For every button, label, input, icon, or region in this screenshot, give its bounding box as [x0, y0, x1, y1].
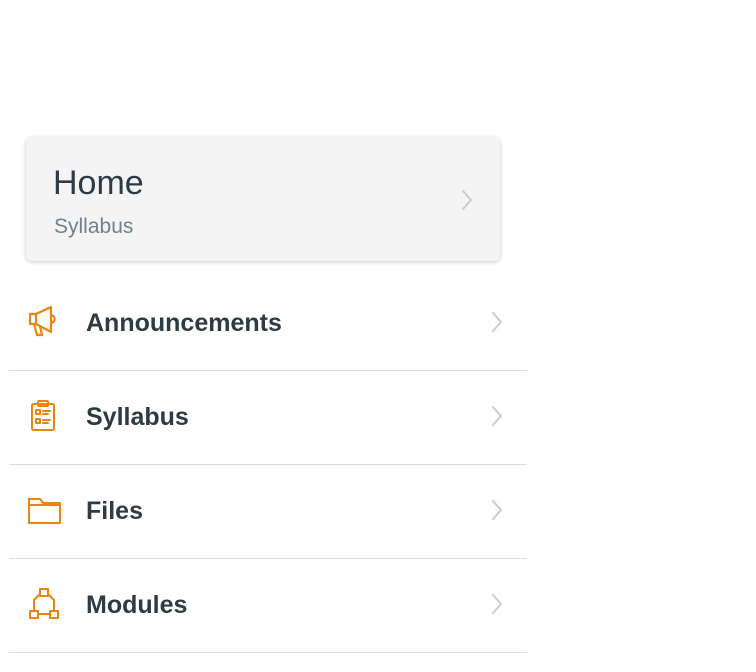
- chevron-right-icon: [492, 406, 502, 426]
- home-card[interactable]: Home Syllabus: [26, 137, 500, 261]
- megaphone-icon: [28, 305, 56, 337]
- chevron-right-icon: [492, 312, 502, 332]
- chevron-right-icon: [492, 594, 502, 614]
- nav-label-files: Files: [86, 497, 143, 525]
- nav-label-announcements: Announcements: [86, 309, 282, 337]
- nav-item-announcements[interactable]: Announcements: [9, 277, 527, 371]
- nav-item-files[interactable]: Files: [9, 465, 527, 559]
- folder-icon: [28, 498, 61, 524]
- nav-item-syllabus[interactable]: Syllabus: [9, 371, 527, 465]
- chevron-right-icon: [462, 190, 472, 210]
- modules-icon: [29, 588, 59, 619]
- home-subtitle: Syllabus: [54, 215, 134, 238]
- home-title: Home: [53, 164, 144, 202]
- nav-label-modules: Modules: [86, 591, 188, 619]
- syllabus-clipboard-icon: [31, 400, 55, 431]
- course-nav-list: Announcements Syllabus Files Modules: [9, 277, 527, 653]
- nav-item-modules[interactable]: Modules: [9, 559, 527, 653]
- nav-label-syllabus: Syllabus: [86, 403, 189, 431]
- chevron-right-icon: [492, 500, 502, 520]
